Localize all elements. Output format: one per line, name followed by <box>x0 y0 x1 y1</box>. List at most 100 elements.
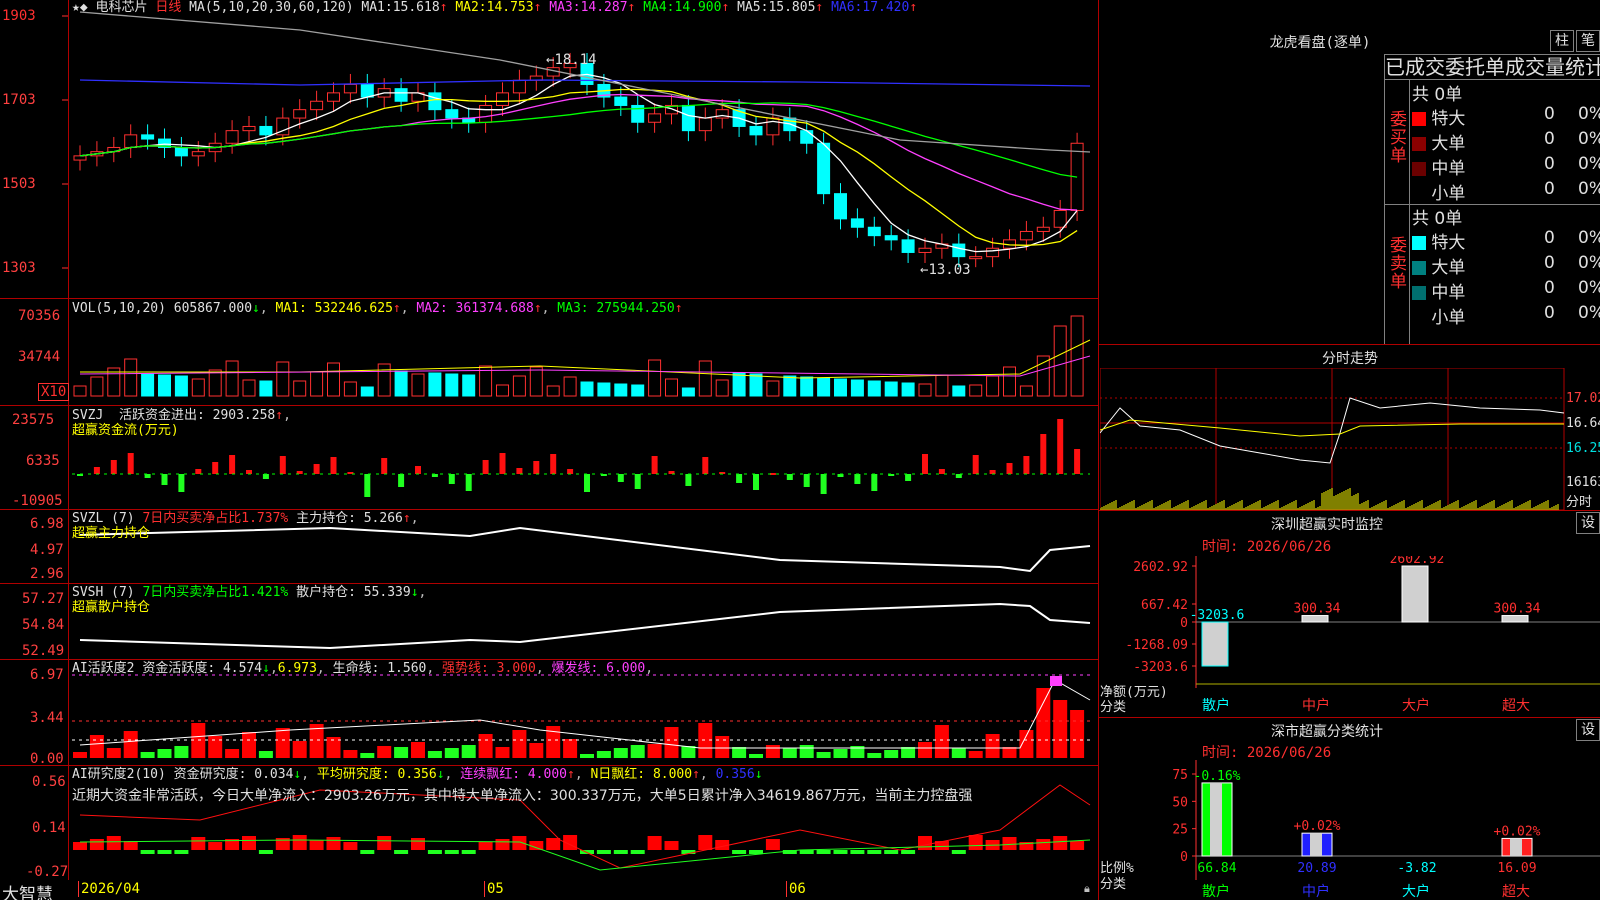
research-bar <box>157 850 172 854</box>
intraday-tick: 16.25 <box>1566 441 1600 456</box>
flow-bar <box>279 456 286 474</box>
research-bar <box>478 842 493 850</box>
activity-bar <box>664 727 679 758</box>
lhb-row-label: 中单 <box>1431 159 1466 179</box>
lhb-row-count: 0 <box>1544 253 1555 273</box>
monitor-unit: 净额(万元) <box>1100 685 1168 700</box>
candle <box>952 243 966 258</box>
volume-bar <box>867 380 881 397</box>
activity-bar <box>258 751 273 758</box>
ma1-value: 15.618 <box>392 0 440 15</box>
candle <box>360 83 374 98</box>
lhb-row: 中单 <box>1412 278 1465 303</box>
volume-bar <box>73 385 87 397</box>
lhb-title: 龙虎看盘(逐单) <box>1269 35 1371 51</box>
volume-bar <box>715 379 729 397</box>
lhb-row-label: 小单 <box>1431 308 1466 328</box>
research-bar <box>951 850 966 854</box>
volume-bar <box>732 372 746 397</box>
lock-icon[interactable]: 🔒︎ <box>1084 882 1090 896</box>
lhb-row-count: 0 <box>1544 154 1555 174</box>
volume-unit-badge: X10 <box>38 383 70 401</box>
activity-bar <box>106 748 121 758</box>
ai2-tick: 0.56 <box>32 774 66 790</box>
classify-tick: 50 <box>1172 795 1188 810</box>
monitor-category: 大户 <box>1402 697 1430 714</box>
volume-bar <box>124 358 138 397</box>
flow-bar <box>1057 419 1064 474</box>
monitor-category: 超大 <box>1502 698 1530 714</box>
flow-bar <box>262 474 269 479</box>
period-label[interactable]: 日线 <box>155 0 181 15</box>
classify-settings-button[interactable]: 设 <box>1576 719 1600 741</box>
activity-bar <box>411 742 425 758</box>
date-label: 06 <box>786 881 806 897</box>
stock-charts[interactable] <box>0 0 1098 900</box>
monitor-bar-label: -3203.6 <box>1190 608 1245 623</box>
volume-bar <box>394 370 408 397</box>
activity-bar <box>478 734 493 758</box>
research-bar <box>850 850 865 854</box>
volume-legend: VOL(5,10,20) 605867.000↓, MA1: 532246.62… <box>72 301 683 316</box>
flow-bar <box>465 474 472 491</box>
research-bar <box>495 839 510 850</box>
flow-bar <box>1023 456 1030 474</box>
color-swatch <box>1412 286 1426 300</box>
volume-bar <box>512 375 526 397</box>
candle <box>73 155 87 161</box>
activity-bar <box>360 753 375 758</box>
monitor-category: 中户 <box>1302 697 1330 714</box>
candle <box>512 79 526 94</box>
research-bar <box>73 842 87 850</box>
research-bar <box>427 850 442 854</box>
research-bar <box>394 850 409 854</box>
volume-bar <box>158 374 171 397</box>
monitor-bar-label: 300.34 <box>1294 602 1341 617</box>
ma4-value: 14.900 <box>674 0 722 15</box>
research-bar <box>208 842 223 850</box>
svsh-tick: 57.27 <box>22 591 65 607</box>
volume-bar <box>665 378 678 397</box>
lhb-row-count: 0 <box>1544 179 1555 199</box>
ma-param: MA(5,10,20,30,60,120) <box>189 0 354 15</box>
activity-bar <box>833 749 848 758</box>
ai-research-legend: AI研究度2(10) 资金研究度: 0.034↓, 平均研究度: 0.356↓,… <box>72 767 763 782</box>
research-bar <box>664 841 679 850</box>
lhb-row-percent: 0% <box>1578 179 1600 199</box>
classify-bar-highlight <box>1310 833 1322 856</box>
candle <box>496 92 509 106</box>
volume-bar <box>276 361 290 397</box>
research-bar <box>444 850 459 854</box>
bar-mode-button[interactable]: 柱 <box>1550 30 1574 52</box>
candle <box>174 146 188 157</box>
ai1-tick: 6.97 <box>30 667 64 683</box>
ai2-tick: 0.14 <box>32 820 66 836</box>
monitor-tick: 667.42 <box>1141 598 1188 613</box>
lhb-row-percent: 0% <box>1578 278 1600 298</box>
volume-bar <box>1003 366 1016 397</box>
intraday-chart[interactable] <box>1100 368 1600 510</box>
flow-bar <box>922 454 928 474</box>
flow-bar <box>398 474 405 487</box>
ma5-value: 15.805 <box>768 0 816 15</box>
ma3-key: MA3: <box>549 0 581 15</box>
activity-bar <box>377 746 392 758</box>
star-icon[interactable]: ★◆ <box>72 0 88 15</box>
activity-bar <box>1036 688 1051 758</box>
flow-bar <box>448 474 455 484</box>
volume-bar <box>293 380 307 397</box>
monitor-settings-button[interactable]: 设 <box>1576 512 1600 534</box>
research-bar <box>292 835 307 850</box>
volume-bar <box>496 384 509 397</box>
volume-bar <box>1019 385 1033 397</box>
flow-bar <box>938 469 945 474</box>
ma6-key: MA6: <box>831 0 863 15</box>
research-bar <box>377 836 392 850</box>
tick-mode-button[interactable]: 笔 <box>1576 30 1600 52</box>
flow-bar <box>499 453 506 474</box>
lhb-row-count: 0 <box>1544 129 1555 149</box>
candle <box>1036 226 1050 232</box>
lhb-row-percent: 0% <box>1578 154 1600 174</box>
color-swatch <box>1412 137 1426 151</box>
activity-bar <box>461 745 476 758</box>
